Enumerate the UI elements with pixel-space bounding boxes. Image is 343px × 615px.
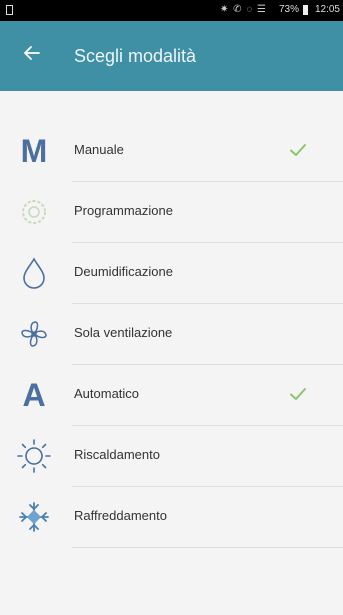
mode-item-programmazione[interactable]: Programmazione (0, 182, 343, 243)
fan-icon (16, 316, 52, 352)
sim-card-icon (6, 5, 13, 15)
mode-label: Automatico (74, 386, 140, 401)
letter-m-icon: M (20, 133, 48, 169)
checkmark-icon (290, 144, 306, 156)
mode-label: Sola ventilazione (74, 325, 173, 340)
water-drop-icon (16, 255, 52, 291)
sun-icon (16, 438, 52, 474)
arrow-left-icon (24, 46, 40, 60)
mode-item-deumidificazione[interactable]: Deumidificazione (0, 243, 343, 304)
back-button[interactable] (22, 43, 48, 69)
mode-item-manuale[interactable]: M Manuale (0, 121, 343, 182)
letter-a-icon: A (22, 377, 46, 413)
checkmark-icon (290, 388, 306, 400)
page-title: Scegli modalità (74, 46, 197, 66)
mode-label: Manuale (74, 142, 124, 157)
mode-label: Deumidificazione (74, 264, 173, 279)
divider (72, 547, 343, 548)
clock: 12:05 (314, 4, 340, 15)
mode-label: Raffreddamento (74, 508, 167, 523)
mode-list: M Manuale Programmazione Deumidificazion… (0, 121, 343, 548)
schedule-icon (16, 194, 52, 230)
mode-item-riscaldamento[interactable]: Riscaldamento (0, 426, 343, 487)
mode-label: Riscaldamento (74, 447, 160, 462)
mode-item-raffreddamento[interactable]: Raffreddamento (0, 487, 343, 548)
app-bar: Scegli modalità (0, 21, 343, 91)
battery-level: 73% (278, 4, 299, 15)
battery-icon (303, 5, 308, 15)
mode-item-sola-ventilazione[interactable]: Sola ventilazione (0, 304, 343, 365)
snowflake-icon (16, 499, 52, 535)
mode-label: Programmazione (74, 203, 173, 218)
status-icons: ✷ ✆ ◌ ☰ (220, 4, 267, 15)
status-bar: ✷ ✆ ◌ ☰ 73% 12:05 (0, 0, 343, 21)
mode-item-automatico[interactable]: A Automatico (0, 365, 343, 426)
